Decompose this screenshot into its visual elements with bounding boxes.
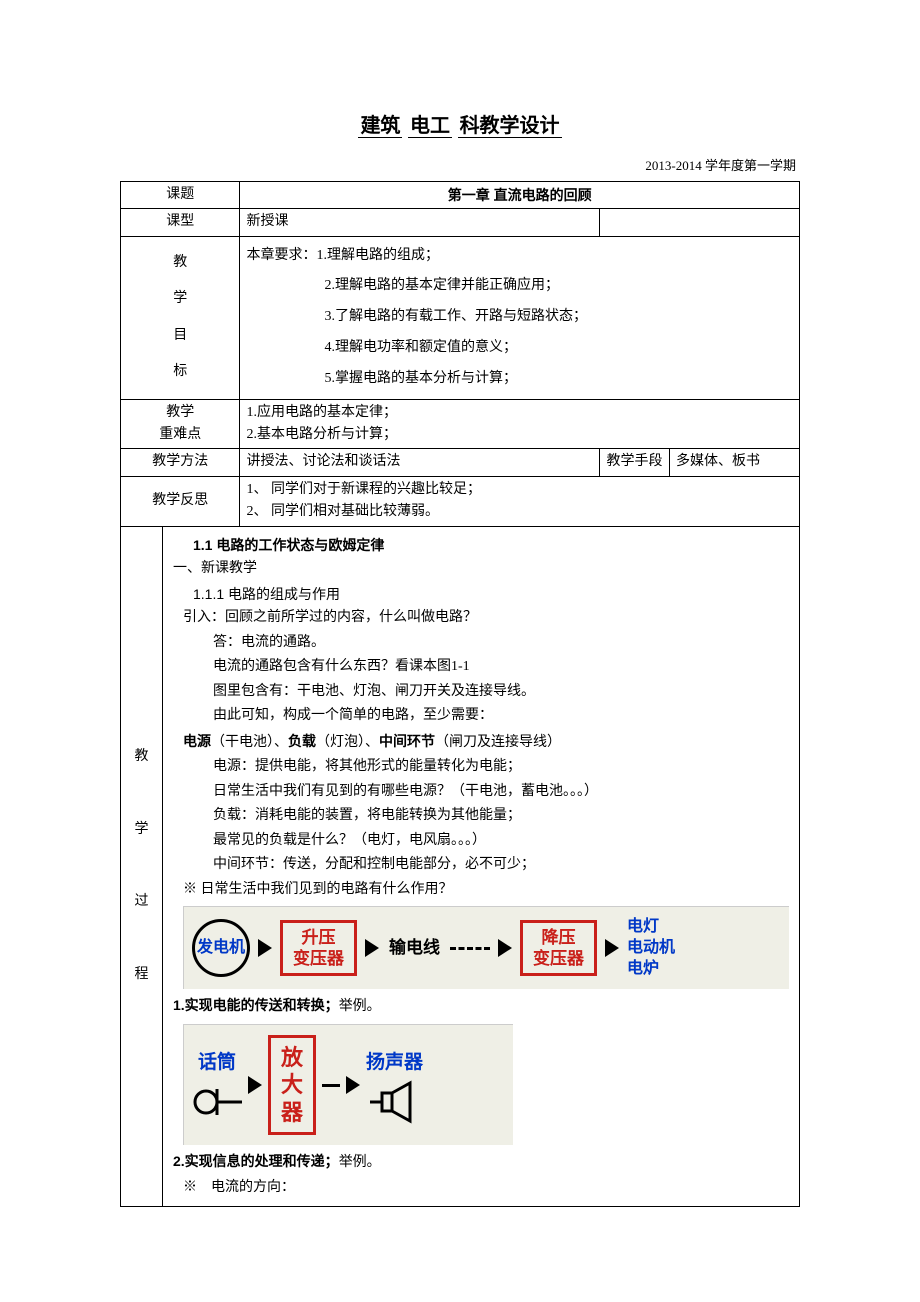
components-line: 电源（干电池）、负载（灯泡）、中间环节（闸刀及连接导线） [183, 729, 789, 756]
point-2: 2.实现信息的处理和传递；举例。 [173, 1149, 789, 1176]
l8: 日常生活中我们有见到的有哪些电源？（干电池，蓄电池。。。） [213, 780, 789, 805]
microphone-icon [192, 1079, 242, 1125]
step-down-transformer: 降压变压器 [520, 920, 597, 977]
generator-icon: 发电机 [192, 919, 250, 977]
signal-processing-diagram: 话筒 放大器 扬声器 [183, 1024, 513, 1146]
topic-value: 第一章 直流电路的回顾 [240, 181, 800, 208]
intro-q: 引入：回顾之前所学过的内容，什么叫做电路？ [183, 606, 789, 631]
l5: 由此可知，构成一个简单的电路，至少需要： [213, 704, 789, 729]
reflect-1: 1、 同学们对于新课程的兴趣比较足； [246, 479, 793, 501]
l7: 电源：提供电能，将其他形式的能量转化为电能； [213, 755, 789, 780]
point-1: 1.实现电能的传送和转换；举例。 [173, 993, 789, 1020]
arrow-icon [346, 1076, 360, 1094]
keypoint-2: 2.基本电路分析与计算； [246, 424, 793, 446]
page-title: 建筑 电工 科教学设计 [120, 110, 800, 142]
goal-5: 5.掌握电路的基本分析与计算； [246, 364, 793, 395]
method-value: 讲授法、讨论法和谈话法 [240, 449, 600, 476]
type-value: 新授课 [240, 209, 600, 236]
label-means: 教学手段 [600, 449, 670, 476]
arrow-icon [248, 1076, 262, 1094]
dashed-wire-icon [450, 947, 490, 950]
reflect-cell: 1、 同学们对于新课程的兴趣比较足； 2、 同学们相对基础比较薄弱。 [240, 476, 800, 526]
means-value: 多媒体、板书 [670, 449, 800, 476]
keypoints-cell: 1.应用电路的基本定律； 2.基本电路分析与计算； [240, 399, 800, 449]
section-1-1-1: 1.1.1 电路的组成与作用 [193, 582, 789, 607]
mic-label: 话筒 [198, 1046, 236, 1079]
title-prefix: 建筑 [358, 115, 402, 138]
label-process: 教 学 过 程 [121, 526, 163, 1207]
speaker-icon [370, 1079, 420, 1125]
l10: 最常见的负载是什么？（电灯，电风扇。。。） [213, 829, 789, 854]
wire-icon [322, 1084, 340, 1087]
label-type: 课型 [121, 209, 240, 236]
intro-a: 答：电流的通路。 [213, 631, 789, 656]
label-keypoints: 教学 重难点 [121, 399, 240, 449]
new-lesson: 一、新课教学 [173, 557, 789, 582]
arrow-icon [605, 939, 619, 957]
process-content: 1.1 电路的工作状态与欧姆定律 一、新课教学 1.1.1 电路的组成与作用 引… [163, 526, 800, 1207]
l4: 图里包含有：干电池、灯泡、闸刀开关及连接导线。 [213, 680, 789, 705]
speaker-label: 扬声器 [366, 1046, 423, 1079]
arrow-icon [258, 939, 272, 957]
l11: 中间环节：传送，分配和控制电能部分，必不可少； [213, 853, 789, 878]
title-suffix: 科教学设计 [458, 115, 562, 138]
label-method: 教学方法 [121, 449, 240, 476]
goals-cell: 本章要求：1.理解电路的组成； 2.理解电路的基本定律并能正确应用； 3.了解电… [240, 236, 800, 399]
goal-2: 2.理解电路的基本定律并能正确应用； [246, 271, 793, 302]
arrow-icon [365, 939, 379, 957]
lesson-plan-table: 课题 第一章 直流电路的回顾 课型 新授课 教 学 目 标 本章要求：1.理解电… [120, 181, 800, 1208]
label-topic: 课题 [121, 181, 240, 208]
current-direction: ※ 电流的方向： [183, 1176, 789, 1201]
goal-4: 4.理解电功率和额定值的意义； [246, 333, 793, 364]
arrow-icon [498, 939, 512, 957]
l3: 电流的通路包含有什么东西？看课本图1-1 [213, 655, 789, 680]
title-mid: 电工 [408, 115, 452, 138]
l9: 负载：消耗电能的装置，将电能转换为其他能量； [213, 804, 789, 829]
reflect-2: 2、 同学们相对基础比较薄弱。 [246, 501, 793, 523]
step-up-transformer: 升压变压器 [280, 920, 357, 977]
l12: ※ 日常生活中我们见到的电路有什么作用？ [183, 878, 789, 903]
goal-3: 3.了解电路的有载工作、开路与短路状态； [246, 302, 793, 333]
keypoint-1: 1.应用电路的基本定律； [246, 402, 793, 424]
semester-label: 2013-2014 学年度第一学期 [120, 156, 800, 177]
goal-lead: 本章要求：1.理解电路的组成； [246, 241, 793, 272]
label-reflect: 教学反思 [121, 476, 240, 526]
loads-list: 电灯 电动机 电炉 [627, 917, 675, 979]
power-transmission-diagram: 发电机 升压变压器 输电线 降压变压器 电灯 电动机 电炉 [183, 906, 789, 989]
transmission-line: 输电线 [387, 933, 442, 963]
section-1-1: 1.1 电路的工作状态与欧姆定律 [193, 533, 789, 558]
amplifier-box: 放大器 [268, 1035, 316, 1136]
label-goals: 教 学 目 标 [121, 236, 240, 399]
